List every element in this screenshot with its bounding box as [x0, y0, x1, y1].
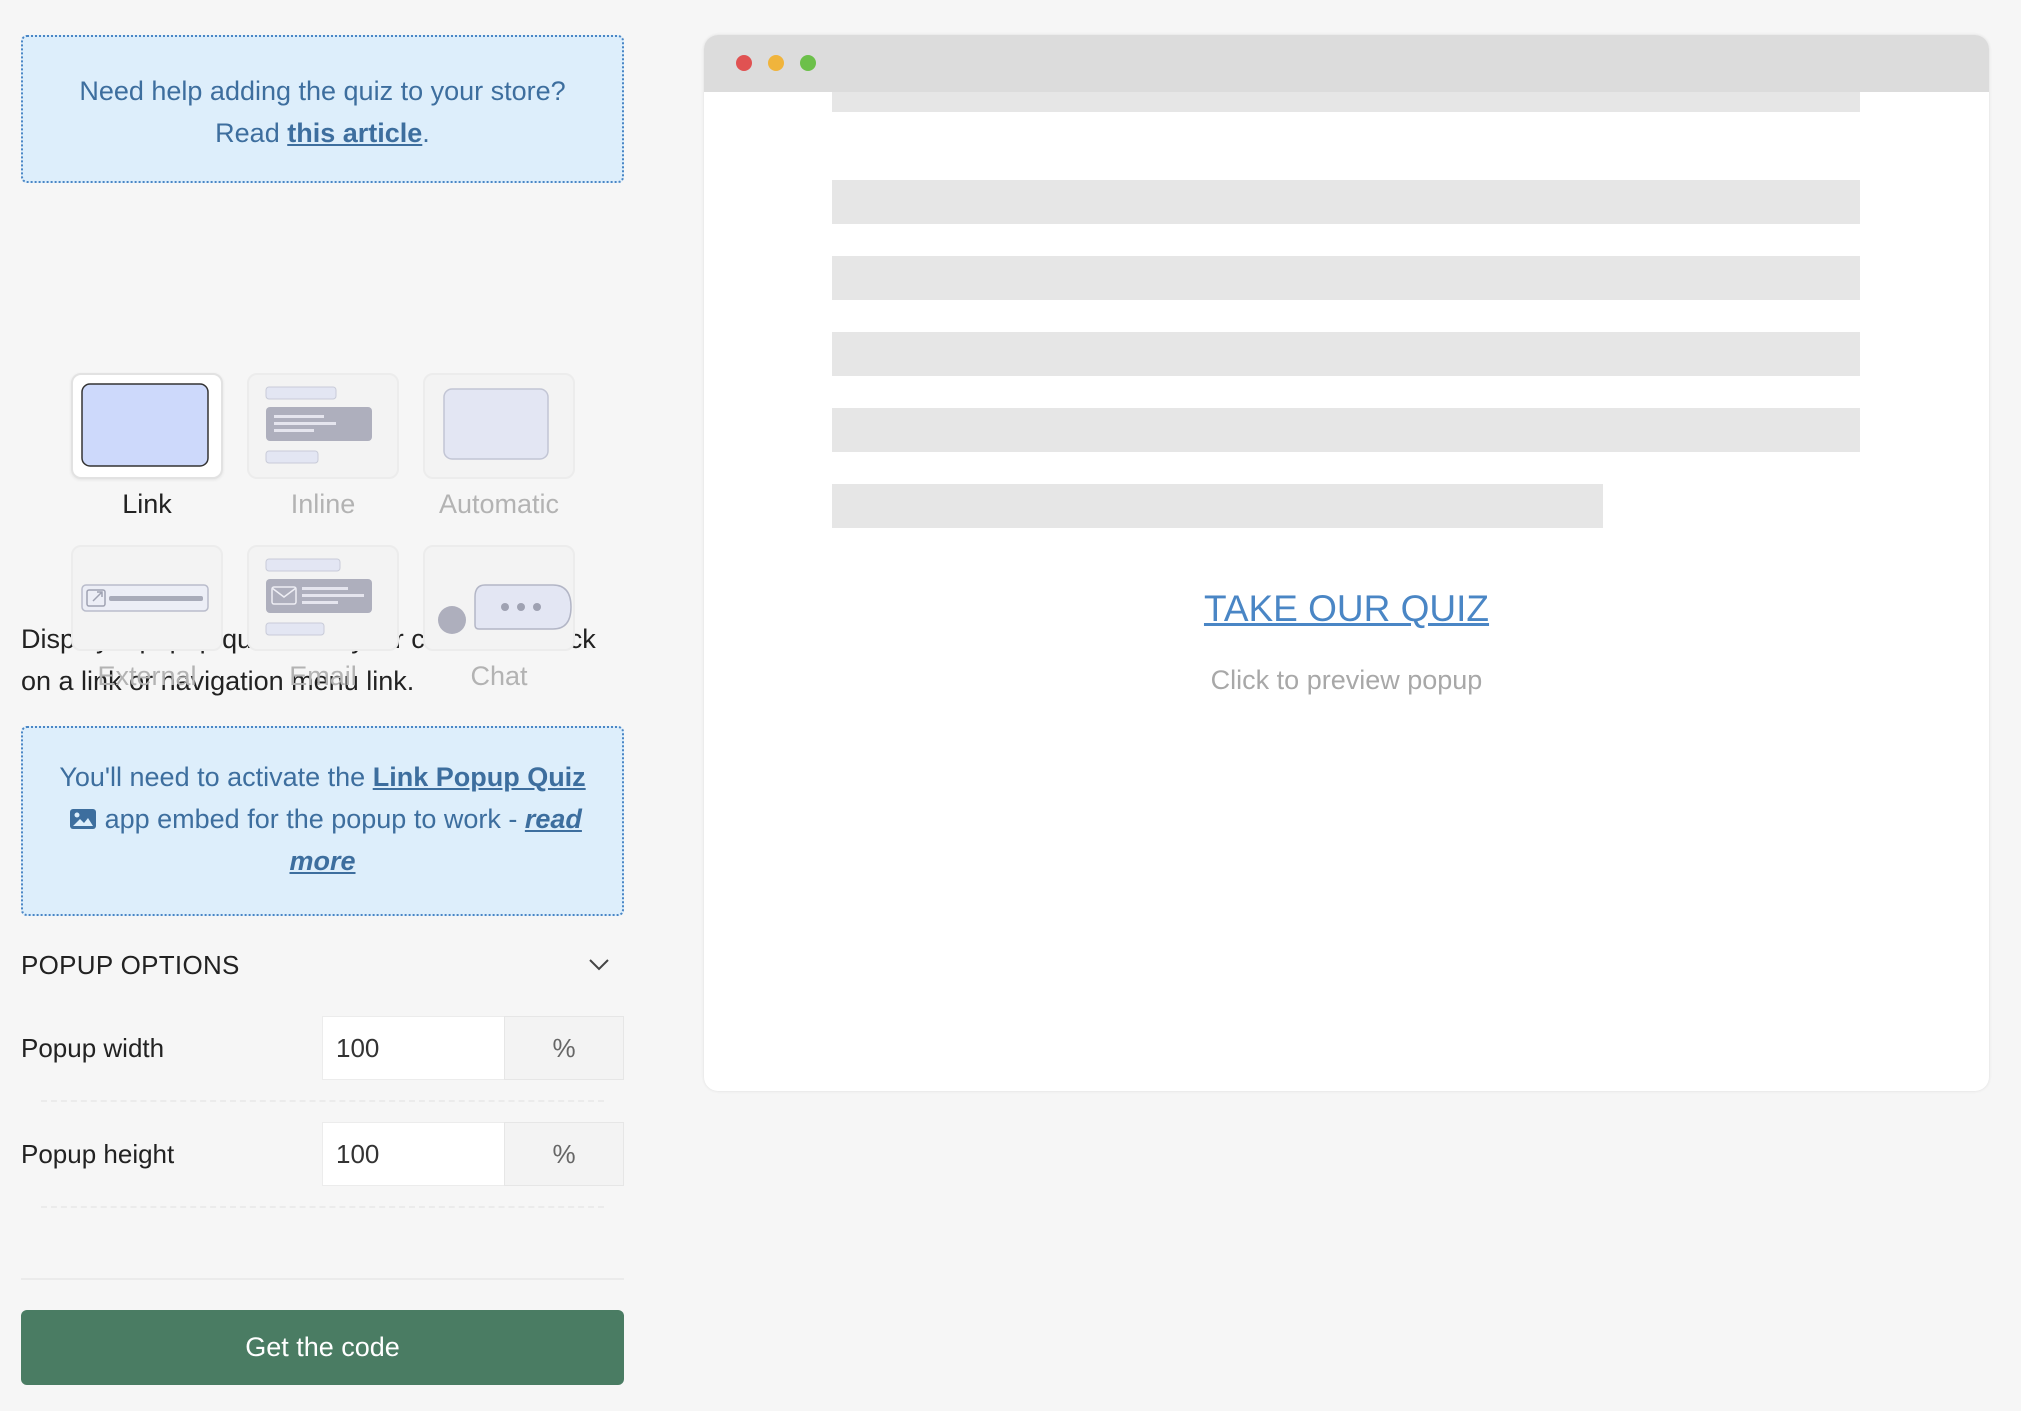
help-notice: Need help adding the quiz to your store?… — [21, 35, 624, 183]
placeholder-line — [832, 180, 1860, 224]
popup-height-input[interactable] — [322, 1122, 504, 1186]
quiz-type-label: Link — [122, 489, 172, 519]
placeholder-line — [832, 484, 1603, 528]
field-divider — [41, 1206, 604, 1208]
placeholder-line — [832, 332, 1860, 376]
help-notice-read-prefix: Read — [215, 118, 288, 148]
quiz-type-label: Inline — [290, 489, 356, 519]
section-separator — [21, 1278, 624, 1280]
window-close-dot — [736, 55, 752, 71]
image-icon — [70, 809, 97, 829]
take-our-quiz-link[interactable]: TAKE OUR QUIZ — [704, 588, 1989, 630]
window-maximize-dot — [800, 55, 816, 71]
get-the-code-button[interactable]: Get the code — [21, 1310, 624, 1385]
help-notice-suffix: . — [422, 118, 430, 148]
chevron-down-icon — [589, 959, 609, 971]
help-notice-line: Need help adding the quiz to your store? — [79, 76, 566, 106]
popup-options-toggle[interactable]: POPUP OPTIONS — [21, 944, 624, 986]
quiz-type-email[interactable]: Email — [247, 545, 399, 692]
quiz-type-label: Chat — [470, 661, 528, 691]
this-article-link[interactable]: this article — [287, 118, 422, 148]
window-minimize-dot — [768, 55, 784, 71]
embed-notice-prefix: You'll need to activate the — [59, 762, 373, 792]
quiz-type-label: Automatic — [438, 489, 560, 519]
preview-hint: Click to preview popup — [1210, 665, 1483, 695]
chat-bubble-icon — [423, 545, 575, 651]
popup-width-group: % — [322, 1016, 624, 1080]
quiz-type-link[interactable]: Link — [71, 373, 223, 520]
link-popup-quiz-text: Link Popup Quiz — [372, 762, 586, 792]
placeholder-line — [832, 256, 1860, 300]
store-preview-window: TAKE OUR QUIZ Click to preview popup — [704, 35, 1989, 1091]
placeholder-line — [832, 92, 1860, 112]
quiz-type-inline[interactable]: Inline — [247, 373, 399, 520]
popup-height-row: Popup height % — [21, 1122, 624, 1186]
popup-height-label: Popup height — [21, 1138, 175, 1169]
external-link-icon — [71, 545, 223, 651]
popup-options-title: POPUP OPTIONS — [21, 949, 240, 980]
automatic-popup-icon — [423, 373, 575, 479]
placeholder-line — [832, 408, 1860, 452]
quiz-type-chat[interactable]: Chat — [423, 545, 575, 692]
popup-width-label: Popup width — [21, 1032, 165, 1063]
field-divider — [41, 1100, 604, 1102]
popup-width-unit: % — [504, 1016, 624, 1080]
popup-width-row: Popup width % — [21, 1016, 624, 1080]
quiz-type-label: External — [97, 661, 197, 691]
popup-height-group: % — [322, 1122, 624, 1186]
embed-notice-middle: app embed for the popup to work - — [97, 804, 525, 834]
quiz-type-label: Email — [289, 661, 357, 691]
left-panel: Need help adding the quiz to your store?… — [21, 35, 624, 1385]
quiz-type-external[interactable]: External — [71, 545, 223, 692]
popup-height-unit: % — [504, 1122, 624, 1186]
popup-width-input[interactable] — [322, 1016, 504, 1080]
quiz-type-selector: Link Inline Automatic External Email Cha… — [21, 183, 624, 691]
link-popup-icon — [71, 373, 223, 479]
app-embed-notice: You'll need to activate the Link Popup Q… — [21, 726, 624, 916]
window-titlebar — [704, 35, 1989, 92]
email-icon — [247, 545, 399, 651]
inline-embed-icon — [247, 373, 399, 479]
quiz-type-automatic[interactable]: Automatic — [423, 373, 575, 520]
